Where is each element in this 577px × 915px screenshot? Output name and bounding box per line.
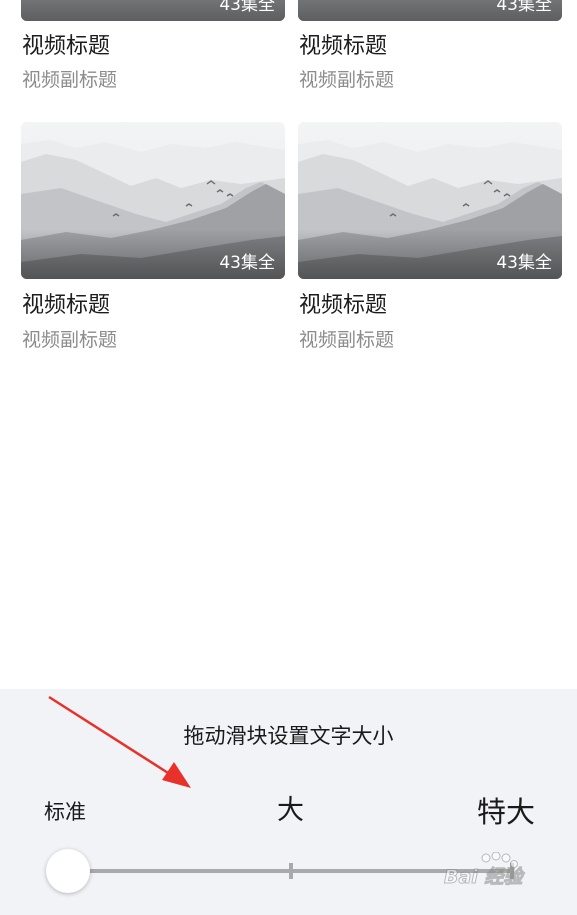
- video-title: 视频标题: [299, 34, 388, 59]
- video-subtitle: 视频副标题: [299, 69, 395, 91]
- panel-title: 拖动滑块设置文字大小: [183, 724, 394, 748]
- video-title: 视频标题: [22, 34, 111, 59]
- size-option-large[interactable]: 大: [277, 795, 304, 827]
- video-thumbnail[interactable]: 43集全: [21, 122, 285, 279]
- video-subtitle: 视频副标题: [299, 329, 395, 351]
- video-card[interactable]: 43集全 视频标题 视频副标题: [21, 0, 285, 91]
- episode-count-badge: 43集全: [496, 0, 552, 15]
- video-subtitle: 视频副标题: [22, 329, 118, 351]
- video-title: 视频标题: [299, 293, 388, 318]
- video-card[interactable]: 43集全 视频标题 视频副标题: [298, 122, 562, 351]
- video-card[interactable]: 43集全 视频标题 视频副标题: [21, 122, 285, 351]
- slider-tick-large: [289, 863, 293, 879]
- video-thumbnail[interactable]: 43集全: [21, 0, 285, 21]
- video-subtitle: 视频副标题: [22, 69, 118, 91]
- baidu-jingyan-watermark: Bai 经验: [443, 851, 554, 898]
- episode-count-badge: 43集全: [219, 0, 275, 15]
- episode-count-badge: 43集全: [219, 253, 275, 273]
- video-thumbnail[interactable]: 43集全: [298, 122, 562, 279]
- video-card[interactable]: 43集全 视频标题 视频副标题: [298, 0, 562, 91]
- video-thumbnail[interactable]: 43集全: [298, 0, 562, 21]
- size-option-standard[interactable]: 标准: [44, 799, 86, 825]
- video-title: 视频标题: [22, 293, 111, 318]
- watermark-text: Bai 经验: [443, 866, 523, 889]
- episode-count-badge: 43集全: [496, 253, 552, 273]
- font-size-slider-thumb[interactable]: [46, 849, 90, 893]
- size-option-extra-large[interactable]: 特大: [477, 795, 535, 829]
